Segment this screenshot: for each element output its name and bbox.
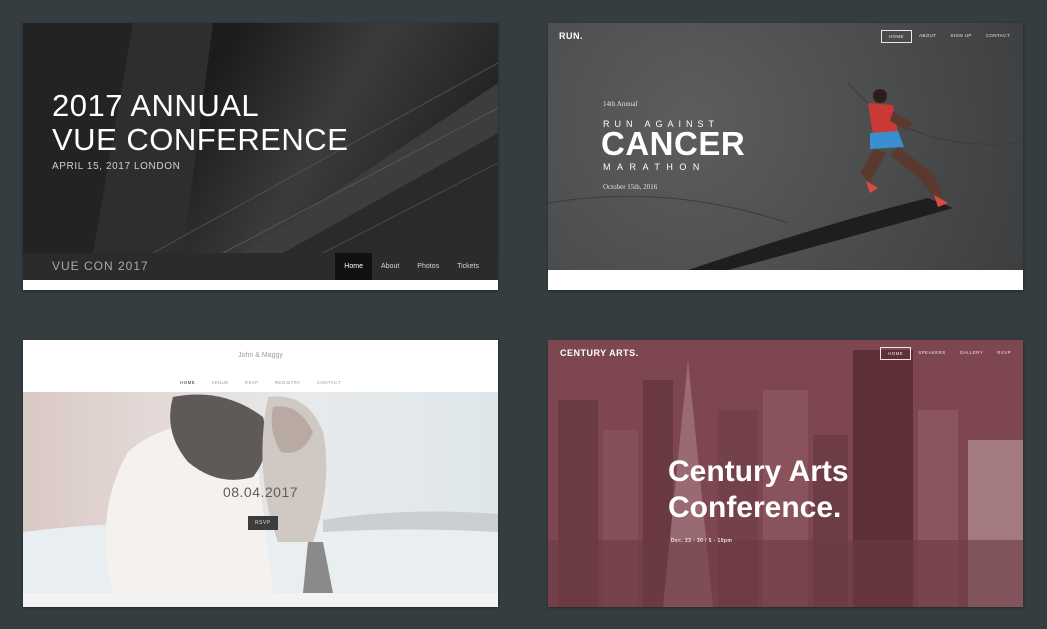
wedding-couple-name[interactable]: John & Maggy xyxy=(23,352,498,359)
vue-nav-about[interactable]: About xyxy=(372,253,408,280)
wedding-nav-contact[interactable]: CONTACT xyxy=(309,380,349,385)
arts-nav-speakers[interactable]: SPEAKERS xyxy=(911,347,952,360)
run-nav: HOME ABOUT SIGN UP CONTACT xyxy=(880,30,1017,43)
wedding-rsvp-button[interactable]: RSVP xyxy=(248,516,278,530)
vue-nav-bar: VUE CON 2017 Home About Photos Tickets xyxy=(23,253,498,280)
vue-event-date: APRIL 15, 2017 LONDON xyxy=(52,161,181,172)
arts-nav-rsvp[interactable]: RSVP xyxy=(990,347,1018,360)
wedding-hero-image: 08.04.2017 RSVP xyxy=(23,392,498,593)
template-card-wedding[interactable]: John & Maggy HOME VENUE RSVP REGISTRY CO… xyxy=(23,340,498,607)
vue-nav-home[interactable]: Home xyxy=(335,253,372,280)
template-card-vue-conference[interactable]: 2017 ANNUAL VUE CONFERENCE APRIL 15, 201… xyxy=(23,23,498,290)
arts-hero-image: CENTURY ARTS. HOME SPEAKERS GALLERY RSVP… xyxy=(548,340,1023,607)
wedding-date: 08.04.2017 xyxy=(222,484,299,500)
template-card-century-arts[interactable]: CENTURY ARTS. HOME SPEAKERS GALLERY RSVP… xyxy=(548,340,1023,607)
wedding-nav-home[interactable]: HOME xyxy=(172,380,203,385)
run-nav-home[interactable]: HOME xyxy=(880,30,912,43)
vue-nav-photos[interactable]: Photos xyxy=(408,253,448,280)
vue-nav-tickets[interactable]: Tickets xyxy=(448,253,488,280)
arts-nav: HOME SPEAKERS GALLERY RSVP xyxy=(880,347,1018,360)
run-nav-contact[interactable]: CONTACT xyxy=(979,30,1017,43)
run-cancer-title: CANCER xyxy=(601,125,746,162)
arts-logo[interactable]: CENTURY ARTS. xyxy=(560,348,639,358)
wedding-nav-registry[interactable]: REGISTRY xyxy=(267,380,309,385)
run-event-date: October 15th, 2016 xyxy=(603,183,658,191)
arts-headline: Century Arts Conference. xyxy=(668,455,849,524)
arts-nav-home[interactable]: HOME xyxy=(880,347,912,360)
wedding-nav-rsvp[interactable]: RSVP xyxy=(237,380,267,385)
arts-nav-gallery[interactable]: GALLERY xyxy=(953,347,990,360)
vue-brand[interactable]: VUE CON 2017 xyxy=(52,253,149,280)
arts-event-date: Dec. 23 - 30 / 5 - 10pm xyxy=(671,538,733,544)
run-marathon-label: MARATHON xyxy=(603,162,706,172)
vue-hero-image: 2017 ANNUAL VUE CONFERENCE APRIL 15, 201… xyxy=(23,23,498,253)
vue-nav: Home About Photos Tickets xyxy=(335,253,488,280)
run-nav-about[interactable]: ABOUT xyxy=(912,30,944,43)
wedding-nav-venue[interactable]: VENUE xyxy=(203,380,237,385)
vue-title: 2017 ANNUAL VUE CONFERENCE xyxy=(52,88,349,157)
wedding-nav: HOME VENUE RSVP REGISTRY CONTACT xyxy=(23,380,498,385)
run-annual-label: 14th Annual xyxy=(603,100,638,108)
run-hero-image: RUN. HOME ABOUT SIGN UP CONTACT 14th Ann… xyxy=(548,23,1023,270)
run-logo[interactable]: RUN. xyxy=(559,31,583,41)
run-nav-sign-up[interactable]: SIGN UP xyxy=(943,30,978,43)
wedding-footer xyxy=(23,593,498,607)
template-card-run-marathon[interactable]: RUN. HOME ABOUT SIGN UP CONTACT 14th Ann… xyxy=(548,23,1023,290)
